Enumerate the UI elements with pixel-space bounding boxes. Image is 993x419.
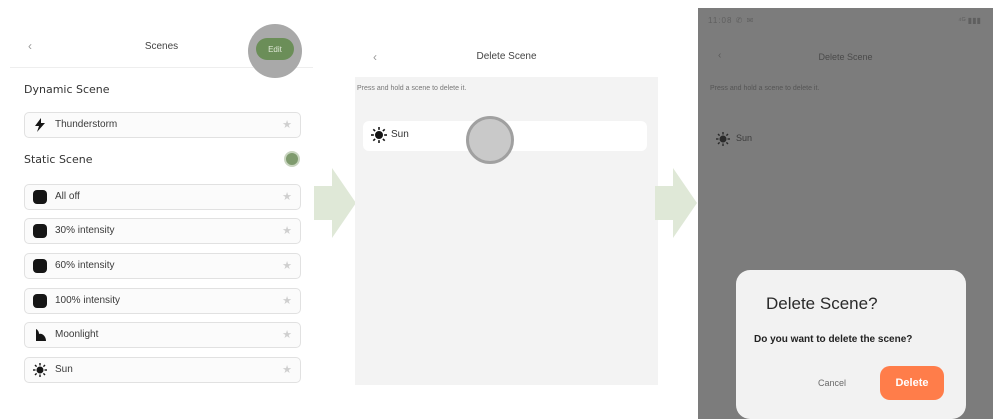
static-scene-toggle[interactable]	[284, 151, 300, 167]
lightning-icon	[35, 118, 45, 132]
star-icon[interactable]: ★	[282, 294, 292, 307]
scene-label: 60% intensity	[55, 260, 115, 271]
page-title: Delete Scene	[476, 51, 537, 62]
edit-button[interactable]: Edit	[256, 38, 294, 60]
step-arrow-icon	[314, 168, 356, 238]
scene-item-100-intensity[interactable]: 100% intensity ★	[24, 288, 301, 314]
moon-icon	[36, 329, 46, 341]
dialog-title: Delete Scene?	[766, 294, 878, 313]
step-arrow-icon	[655, 168, 697, 238]
scene-label: Thunderstorm	[55, 119, 118, 130]
dialog-message: Do you want to delete the scene?	[754, 334, 913, 345]
star-icon[interactable]: ★	[282, 190, 292, 203]
status-bar-time: 11:08 ✆ ✉	[708, 16, 755, 25]
scene-label: Moonlight	[55, 329, 99, 340]
delete-confirm-screen: 11:08 ✆ ✉ ⁴ᴳ ▮▮▮ ‹ Delete Scene Press an…	[698, 8, 993, 419]
rounded-square-icon	[33, 224, 47, 238]
scene-label: All off	[55, 191, 80, 202]
scene-item-60-intensity[interactable]: 60% intensity ★	[24, 253, 301, 279]
instruction-text: Press and hold a scene to delete it.	[357, 85, 467, 92]
delete-button[interactable]: Delete	[880, 366, 944, 400]
delete-scene-screen: ‹ Delete Scene Press and hold a scene to…	[355, 35, 658, 385]
status-bar-signal: ⁴ᴳ ▮▮▮	[958, 16, 981, 25]
star-icon[interactable]: ★	[282, 224, 292, 237]
scene-label: Sun	[391, 129, 409, 140]
star-icon[interactable]: ★	[282, 259, 292, 272]
rounded-square-icon	[33, 294, 47, 308]
rounded-square-icon	[33, 259, 47, 273]
instruction-text: Press and hold a scene to delete it.	[710, 85, 820, 92]
delete-scene-topbar: ‹ Delete Scene	[355, 35, 658, 77]
static-scene-heading: Static Scene	[24, 153, 93, 166]
scene-label: Sun	[55, 364, 73, 375]
sun-icon	[33, 363, 47, 377]
scene-item-all-off[interactable]: All off ★	[24, 184, 301, 210]
scene-label: Sun	[736, 133, 753, 143]
scene-item-thunderstorm[interactable]: Thunderstorm ★	[24, 112, 301, 138]
star-icon[interactable]: ★	[282, 118, 292, 131]
dynamic-scene-heading: Dynamic Scene	[24, 83, 110, 96]
rounded-square-icon	[33, 190, 47, 204]
scene-label: 30% intensity	[55, 225, 115, 236]
scene-label: 100% intensity	[55, 295, 121, 306]
star-icon[interactable]: ★	[282, 328, 292, 341]
cancel-button[interactable]: Cancel	[818, 378, 846, 388]
delete-dialog: Delete Scene? Do you want to delete the …	[736, 270, 966, 419]
scene-item-sun[interactable]: Sun	[716, 126, 981, 154]
touch-indicator	[466, 116, 514, 164]
scenes-screen: ‹ Scenes Edit Dynamic Scene Thunderstorm…	[10, 22, 313, 392]
scene-item-30-intensity[interactable]: 30% intensity ★	[24, 218, 301, 244]
sun-icon	[371, 127, 387, 143]
star-icon[interactable]: ★	[282, 363, 292, 376]
page-title: Delete Scene	[818, 52, 873, 62]
scene-item-moonlight[interactable]: Moonlight ★	[24, 322, 301, 348]
sun-icon	[716, 132, 730, 146]
scene-item-sun[interactable]: Sun ★	[24, 357, 301, 383]
